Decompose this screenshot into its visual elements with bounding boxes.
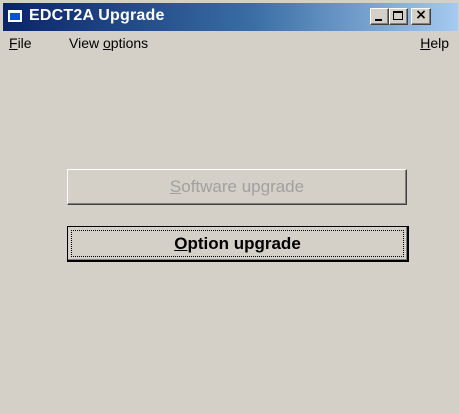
menu-help[interactable]: Help	[420, 35, 449, 51]
menu-view-mnemonic: o	[102, 35, 111, 51]
menu-file-mnemonic: F	[9, 35, 18, 51]
menu-help-mnemonic: H	[420, 35, 431, 51]
menu-view-label-end: ptions	[110, 35, 149, 51]
menu-help-label: elp	[430, 35, 449, 51]
menu-file[interactable]: File	[9, 35, 32, 51]
minimize-button[interactable]	[370, 8, 389, 25]
window-title: EDCT2A Upgrade	[29, 7, 165, 24]
option-upgrade-mnemonic: O	[174, 234, 188, 253]
title-bar[interactable]: EDCT2A Upgrade ×	[3, 3, 458, 31]
menu-file-label: ile	[17, 35, 32, 51]
menu-view-label-start: View	[69, 35, 103, 51]
close-icon: ×	[415, 7, 427, 23]
menu-bar: File View options Help	[3, 33, 458, 55]
app-icon[interactable]	[7, 9, 23, 23]
software-upgrade-button[interactable]: Software upgrade	[67, 169, 407, 205]
close-button[interactable]: ×	[411, 7, 431, 25]
minimize-icon	[375, 19, 382, 21]
app-window: EDCT2A Upgrade × File View options Help …	[0, 0, 459, 414]
option-upgrade-button[interactable]: Option upgrade	[67, 226, 409, 262]
option-upgrade-label: ption upgrade	[187, 234, 301, 253]
software-upgrade-label: oftware upgrade	[181, 177, 305, 196]
maximize-icon	[393, 11, 403, 20]
menu-view-options[interactable]: View options	[69, 35, 148, 51]
maximize-button[interactable]	[389, 8, 408, 25]
software-upgrade-mnemonic: S	[169, 177, 182, 196]
